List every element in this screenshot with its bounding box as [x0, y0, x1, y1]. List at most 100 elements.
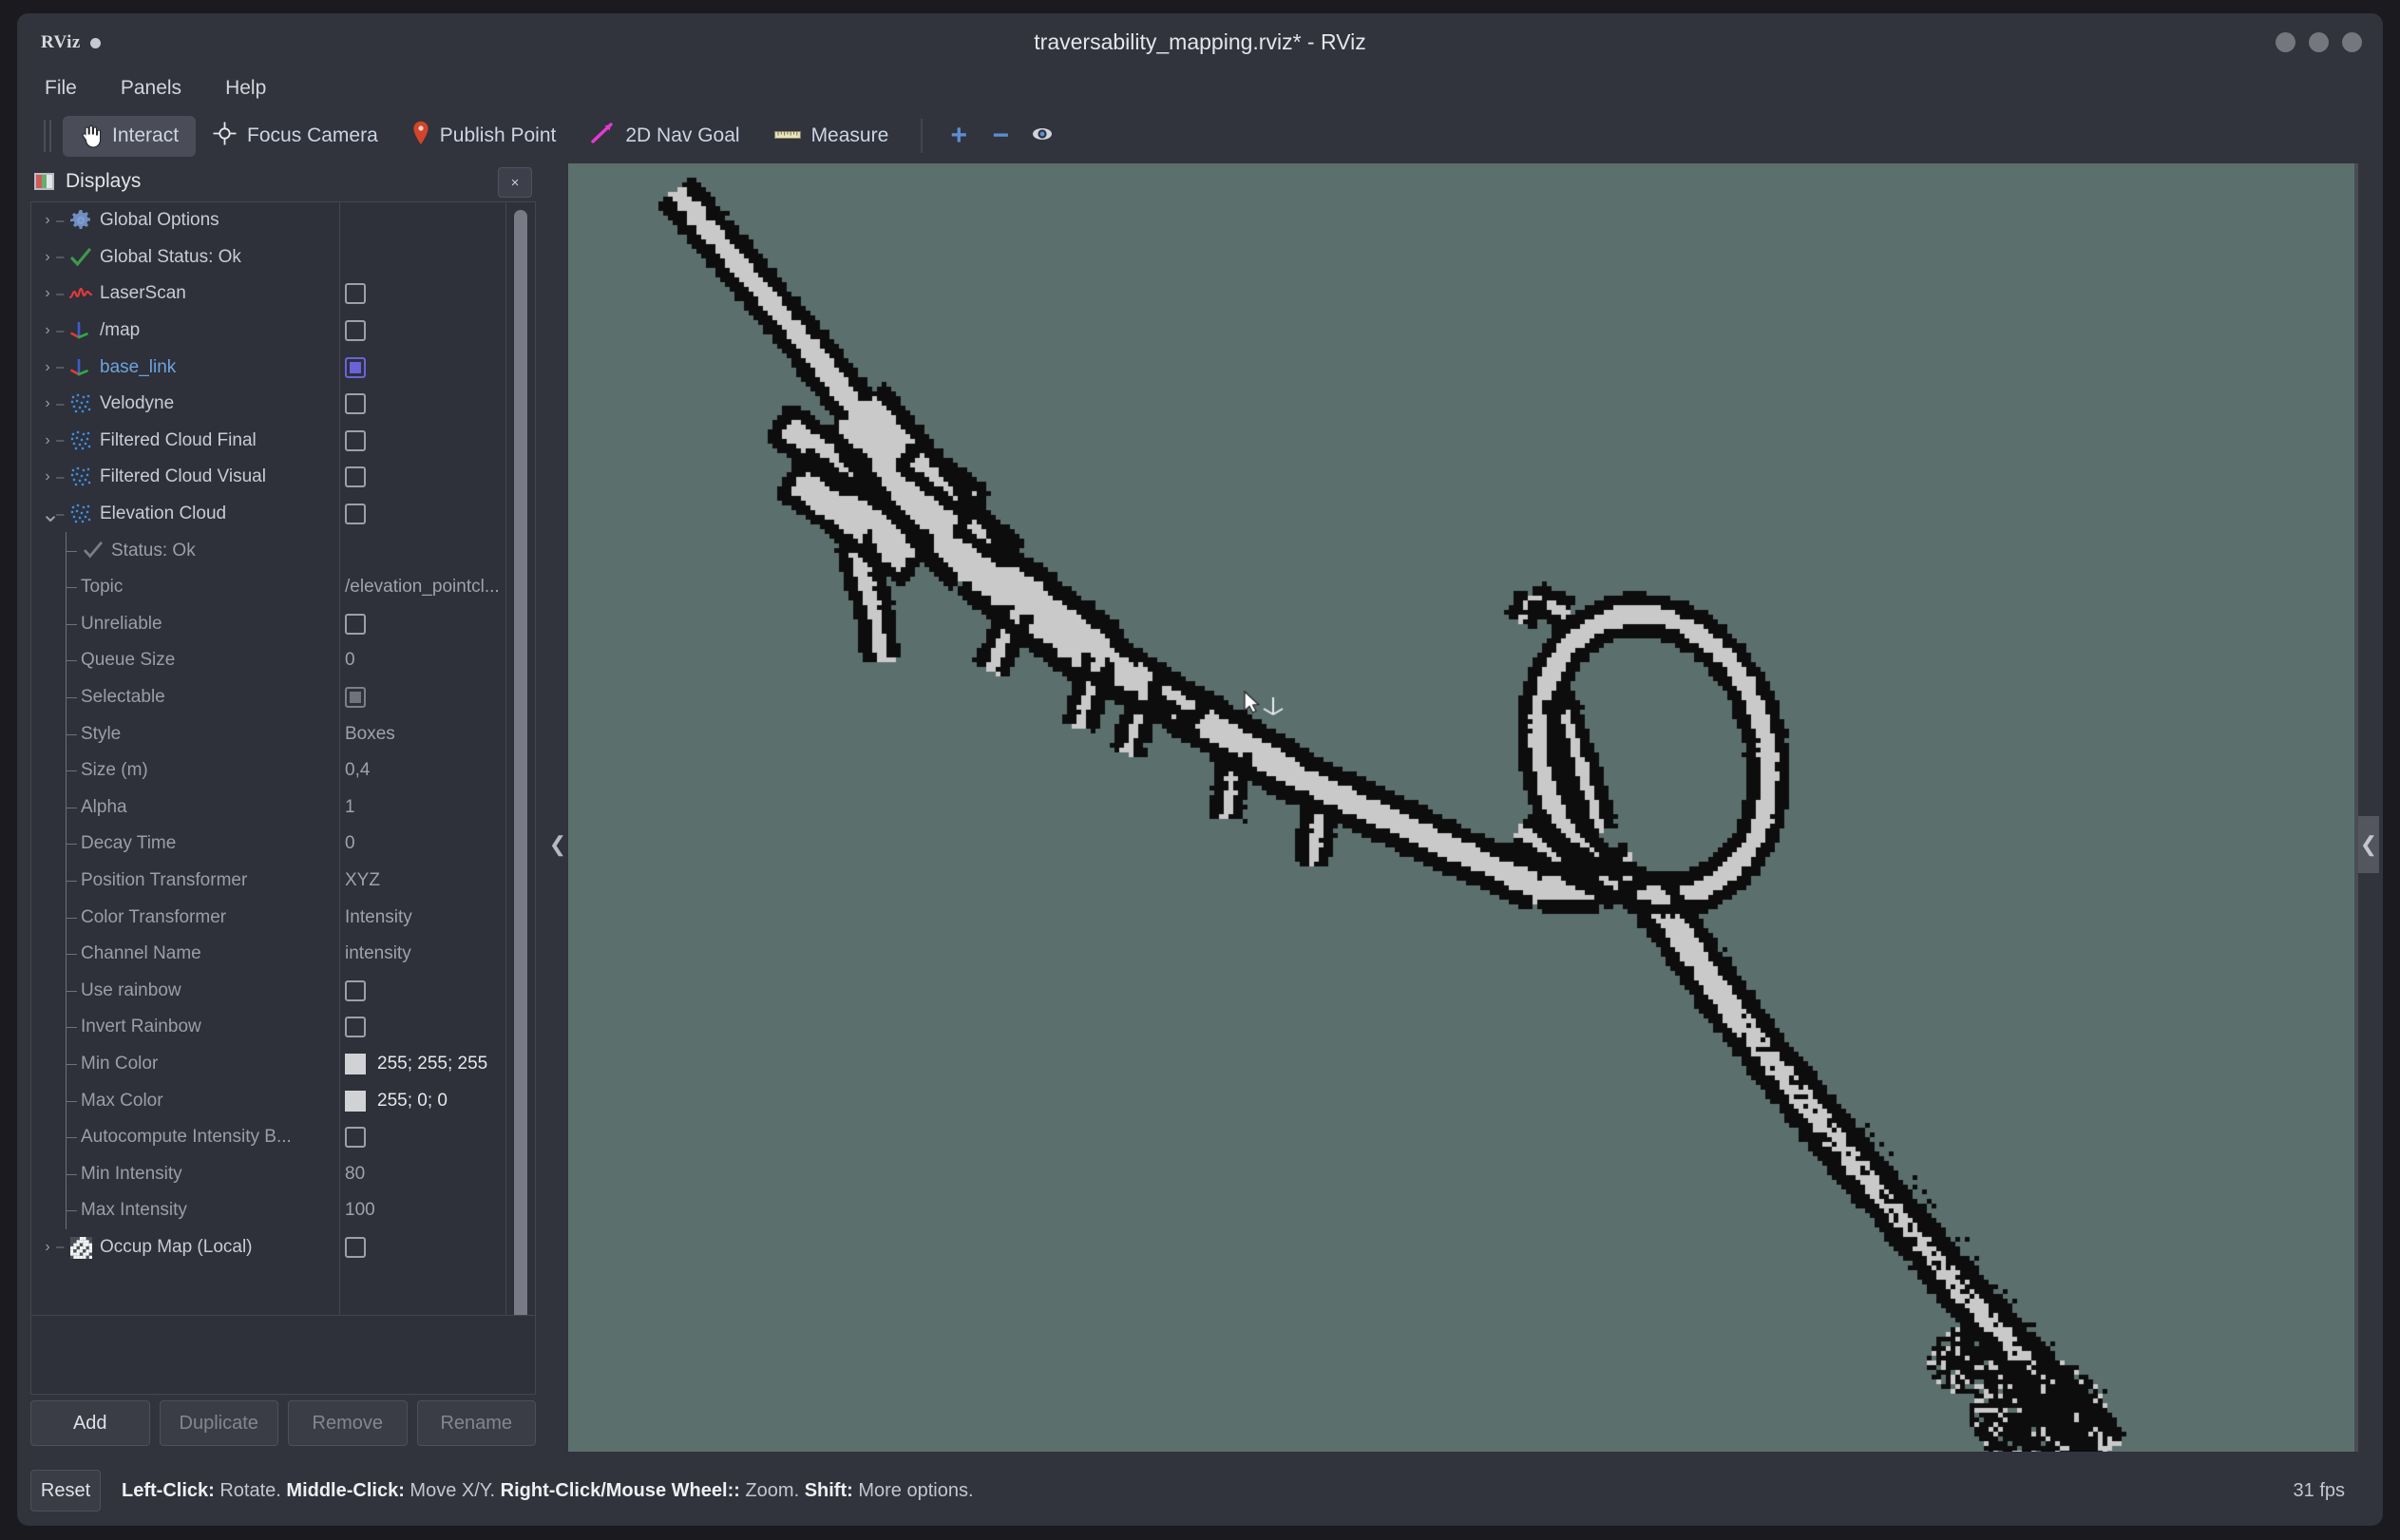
- tree-row-value-cell[interactable]: intensity: [345, 936, 535, 973]
- tool-focus-camera[interactable]: Focus Camera: [196, 113, 395, 160]
- tree-row-value-cell[interactable]: 255; 255; 255: [345, 1046, 535, 1083]
- display-enable-checkbox[interactable]: [345, 504, 366, 525]
- tree-row-value-cell[interactable]: [345, 532, 535, 569]
- tree-row-name-cell[interactable]: › – Filtered Cloud Final: [31, 423, 339, 460]
- tree-row[interactable]: Decay Time 0: [31, 826, 535, 863]
- tree-row-name-cell[interactable]: Alpha: [31, 789, 339, 827]
- tree-row-value-cell[interactable]: Boxes: [345, 715, 535, 752]
- tree-row-value-cell[interactable]: 0: [345, 642, 535, 679]
- display-enable-checkbox[interactable]: [345, 393, 366, 415]
- tree-row-name-cell[interactable]: › – Filtered Cloud Visual: [31, 459, 339, 496]
- duplicate-display-button[interactable]: Duplicate: [159, 1400, 278, 1446]
- tree-row-name-cell[interactable]: › – LaserScan: [31, 276, 339, 313]
- tree-row-name-cell[interactable]: Invert Rainbow: [31, 1009, 339, 1046]
- tree-row-value-cell[interactable]: Intensity: [345, 899, 535, 936]
- display-enable-checkbox[interactable]: [345, 613, 366, 635]
- tree-row[interactable]: Color Transformer Intensity: [31, 899, 535, 936]
- tree-row-value-cell[interactable]: [345, 386, 535, 423]
- tree-row-name-cell[interactable]: Style: [31, 715, 339, 752]
- tree-row[interactable]: Selectable: [31, 678, 535, 716]
- tree-row-value-cell[interactable]: [345, 679, 535, 716]
- tree-row-name-cell[interactable]: Queue Size: [31, 642, 339, 679]
- tree-row[interactable]: › – Global Options: [31, 202, 535, 239]
- tree-row[interactable]: Unreliable: [31, 605, 535, 643]
- render-viewport-3d[interactable]: [568, 163, 2354, 1452]
- property-value-text[interactable]: XYZ: [345, 870, 380, 891]
- tree-row-value-cell[interactable]: [345, 423, 535, 460]
- property-value-text[interactable]: 0,4: [345, 760, 370, 781]
- tree-row[interactable]: ⌄ – Elevation Cloud: [31, 496, 535, 533]
- tree-row[interactable]: Invert Rainbow: [31, 1009, 535, 1046]
- tool-2d-nav-goal[interactable]: 2D Nav Goal: [573, 113, 756, 159]
- property-value-text[interactable]: 80: [345, 1164, 365, 1185]
- tree-row-value-cell[interactable]: [345, 606, 535, 643]
- display-enable-checkbox[interactable]: [345, 356, 366, 378]
- property-value-text[interactable]: 1: [345, 797, 355, 818]
- property-value-text[interactable]: Intensity: [345, 907, 412, 928]
- tree-row-name-cell[interactable]: Topic: [31, 568, 339, 606]
- chevron-right-icon[interactable]: ›: [41, 395, 54, 412]
- property-value-text[interactable]: Boxes: [345, 724, 395, 745]
- chevron-right-icon[interactable]: ›: [41, 212, 54, 229]
- tree-row[interactable]: Size (m) 0,4: [31, 751, 535, 789]
- tree-row-value-cell[interactable]: [345, 239, 535, 276]
- display-enable-checkbox[interactable]: [345, 1236, 366, 1258]
- tree-row[interactable]: Alpha 1: [31, 789, 535, 827]
- tree-row-name-cell[interactable]: › – Global Status: Ok: [31, 239, 339, 276]
- remove-tool-button[interactable]: −: [980, 117, 1021, 155]
- tree-row[interactable]: Channel Name intensity: [31, 935, 535, 973]
- tree-row-value-cell[interactable]: [345, 1229, 535, 1266]
- tree-row[interactable]: Position Transformer XYZ: [31, 862, 535, 900]
- display-enable-checkbox[interactable]: [345, 979, 366, 1001]
- menu-item-file[interactable]: File: [38, 74, 84, 103]
- chevron-right-icon[interactable]: ›: [41, 249, 54, 266]
- property-value-text[interactable]: 0: [345, 833, 355, 854]
- tree-row-value-cell[interactable]: [345, 202, 535, 239]
- tree-row[interactable]: Topic/elevation_pointcl...: [31, 568, 535, 606]
- occupancy-map-render[interactable]: [568, 163, 2354, 1452]
- tree-row-value-cell[interactable]: [345, 1009, 535, 1046]
- tree-row-name-cell[interactable]: Min Color: [31, 1045, 339, 1083]
- displays-tree-container[interactable]: › – Global Options › – Global Status: Ok › – Las…: [30, 201, 536, 1364]
- tree-row-value-cell[interactable]: 80: [345, 1155, 535, 1192]
- menu-item-panels[interactable]: Panels: [114, 74, 188, 103]
- tree-row-value-cell[interactable]: 1: [345, 789, 535, 827]
- tree-row-name-cell[interactable]: Channel Name: [31, 935, 339, 973]
- display-enable-checkbox[interactable]: [345, 429, 366, 451]
- display-enable-checkbox[interactable]: [345, 320, 366, 342]
- tree-row-name-cell[interactable]: Size (m): [31, 751, 339, 789]
- tree-row-value-cell[interactable]: 0: [345, 826, 535, 863]
- color-value[interactable]: 255; 0; 0: [345, 1090, 448, 1112]
- tree-row[interactable]: Queue Size 0: [31, 642, 535, 679]
- tree-row[interactable]: › – Filtered Cloud Final: [31, 423, 535, 460]
- tree-row-name-cell[interactable]: Max Color: [31, 1082, 339, 1119]
- toolbar-grip[interactable]: [44, 120, 51, 152]
- remove-display-button[interactable]: Remove: [288, 1400, 408, 1446]
- tool-properties-button[interactable]: [1021, 117, 1063, 155]
- tree-row[interactable]: Use rainbow: [31, 972, 535, 1010]
- add-display-button[interactable]: Add: [30, 1400, 150, 1446]
- tool-measure[interactable]: Measure: [757, 116, 906, 156]
- tree-row-value-cell[interactable]: [345, 972, 535, 1009]
- tree-row-name-cell[interactable]: › – base_link: [31, 349, 339, 386]
- color-swatch[interactable]: [345, 1090, 366, 1112]
- tool-publish-point[interactable]: Publish Point: [395, 112, 574, 160]
- tree-row[interactable]: Max Intensity 100: [31, 1192, 535, 1229]
- tree-row-value-cell[interactable]: [345, 496, 535, 533]
- display-enable-checkbox[interactable]: [345, 1017, 366, 1038]
- color-value[interactable]: 255; 255; 255: [345, 1053, 487, 1074]
- tree-row-name-cell[interactable]: › – Velodyne: [31, 386, 339, 423]
- tree-row[interactable]: › – Velodyne: [31, 386, 535, 423]
- minimize-button[interactable]: [2276, 32, 2295, 52]
- display-enable-checkbox[interactable]: [345, 466, 366, 488]
- property-value-text[interactable]: 0: [345, 650, 355, 671]
- reset-view-button[interactable]: Reset: [30, 1470, 101, 1511]
- tree-row-value-cell[interactable]: 0,4: [345, 752, 535, 789]
- property-value-text[interactable]: /elevation_pointcl...: [345, 577, 500, 598]
- tree-row-name-cell[interactable]: › – /map: [31, 313, 339, 350]
- tree-row-name-cell[interactable]: Color Transformer: [31, 899, 339, 936]
- tree-row-name-cell[interactable]: Unreliable: [31, 605, 339, 643]
- tree-row[interactable]: › – Filtered Cloud Visual: [31, 459, 535, 496]
- display-enable-checkbox[interactable]: [345, 283, 366, 305]
- tree-row[interactable]: › – LaserScan: [31, 276, 535, 313]
